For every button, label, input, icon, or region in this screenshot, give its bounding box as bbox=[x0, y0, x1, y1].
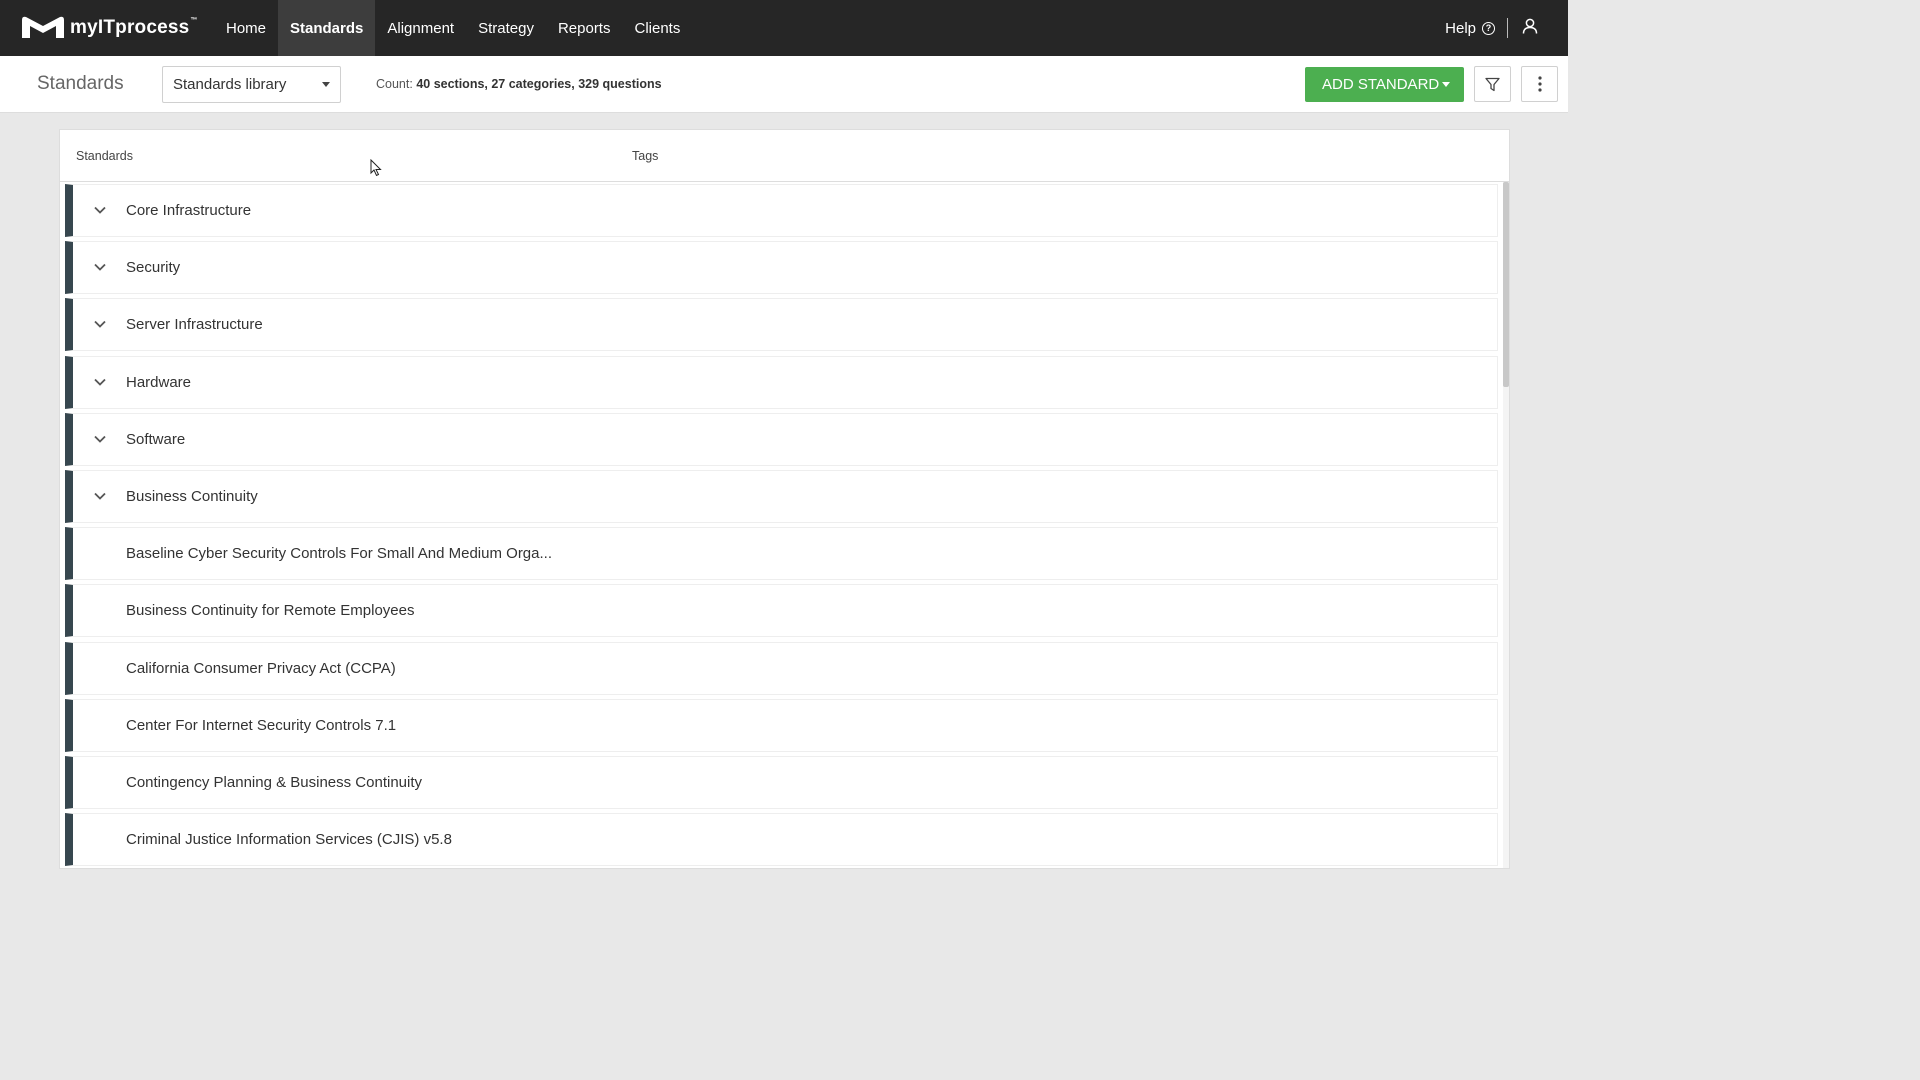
standard-row[interactable]: Business Continuity for Remote Employees bbox=[65, 584, 1498, 638]
section-row[interactable]: Hardware bbox=[65, 355, 1498, 409]
row-label: Business Continuity for Remote Employees bbox=[126, 602, 415, 620]
standard-row[interactable]: Criminal Justice Information Services (C… bbox=[65, 813, 1498, 867]
count-summary: Count: 40 sections, 27 categories, 329 q… bbox=[376, 77, 662, 91]
help-label: Help bbox=[1445, 19, 1476, 37]
top-navigation: myITprocess™ Home Standards Alignment St… bbox=[0, 0, 1568, 56]
scrollbar[interactable] bbox=[1503, 182, 1509, 868]
main-nav: Home Standards Alignment Strategy Report… bbox=[214, 0, 692, 56]
logo[interactable]: myITprocess™ bbox=[20, 14, 210, 42]
logo-icon bbox=[22, 16, 64, 38]
column-header-tags[interactable]: Tags bbox=[632, 149, 658, 163]
row-label: Contingency Planning & Business Continui… bbox=[126, 773, 423, 791]
standard-row[interactable]: California Consumer Privacy Act (CCPA) bbox=[65, 641, 1498, 695]
nav-home[interactable]: Home bbox=[214, 0, 278, 56]
user-icon[interactable] bbox=[1522, 18, 1538, 39]
caret-down-icon bbox=[1442, 81, 1450, 87]
standard-row[interactable]: Contingency Planning & Business Continui… bbox=[65, 755, 1498, 809]
chevron-down-icon[interactable] bbox=[93, 317, 107, 335]
chevron-down-icon[interactable] bbox=[93, 432, 107, 450]
section-row[interactable]: Business Continuity bbox=[65, 469, 1498, 523]
column-header-standards[interactable]: Standards bbox=[76, 149, 133, 163]
section-row[interactable]: Software bbox=[65, 412, 1498, 466]
nav-reports[interactable]: Reports bbox=[546, 0, 623, 56]
filter-button[interactable] bbox=[1474, 66, 1511, 102]
page-title: Standards bbox=[37, 73, 124, 94]
row-label: Baseline Cyber Security Controls For Sma… bbox=[126, 545, 552, 563]
nav-clients[interactable]: Clients bbox=[622, 0, 692, 56]
standards-list: Core Infrastructure Security Server Infras… bbox=[65, 184, 1498, 870]
page-toolbar: Standards Standards library Count: 40 se… bbox=[0, 56, 1568, 113]
row-label: Center For Internet Security Controls 7.… bbox=[126, 716, 397, 734]
chevron-down-icon[interactable] bbox=[93, 260, 107, 278]
row-label: Core Infrastructure bbox=[126, 202, 252, 219]
row-label: California Consumer Privacy Act (CCPA) bbox=[126, 659, 396, 677]
more-vertical-icon bbox=[1537, 76, 1542, 92]
library-select-value: Standards library bbox=[173, 75, 287, 93]
row-label: Server Infrastructure bbox=[126, 316, 263, 334]
row-label: Hardware bbox=[126, 373, 192, 391]
chevron-down-icon[interactable] bbox=[93, 489, 107, 507]
row-label: Security bbox=[126, 259, 181, 277]
chevron-down-icon[interactable] bbox=[93, 203, 107, 221]
caret-down-icon bbox=[322, 81, 330, 87]
standards-panel: Standards Tags Core Infrastructure Securi… bbox=[59, 129, 1510, 869]
mouse-cursor-icon bbox=[370, 159, 382, 177]
library-select[interactable]: Standards library bbox=[162, 65, 341, 103]
section-row[interactable]: Security bbox=[65, 241, 1498, 295]
nav-strategy[interactable]: Strategy bbox=[466, 0, 546, 56]
section-row[interactable]: Server Infrastructure bbox=[65, 298, 1498, 352]
help-link[interactable]: Help ? bbox=[1445, 20, 1495, 37]
table-header: Standards Tags bbox=[60, 130, 1509, 182]
nav-standards[interactable]: Standards bbox=[278, 0, 376, 56]
nav-divider bbox=[1507, 18, 1508, 38]
chevron-down-icon[interactable] bbox=[93, 375, 107, 393]
filter-icon bbox=[1485, 77, 1500, 91]
standard-row[interactable]: Baseline Cyber Security Controls For Sma… bbox=[65, 527, 1498, 581]
help-icon: ? bbox=[1482, 21, 1495, 35]
row-label: Software bbox=[126, 430, 186, 448]
brand-name: myITprocess™ bbox=[70, 17, 198, 38]
section-row[interactable]: Core Infrastructure bbox=[65, 184, 1498, 237]
add-standard-button[interactable]: ADD STANDARD bbox=[1305, 66, 1464, 102]
nav-alignment[interactable]: Alignment bbox=[375, 0, 466, 56]
standard-row[interactable]: Center For Internet Security Controls 7.… bbox=[65, 698, 1498, 752]
add-standard-label: ADD STANDARD bbox=[1322, 75, 1440, 93]
row-label: Criminal Justice Information Services (C… bbox=[126, 831, 452, 849]
row-label: Business Continuity bbox=[126, 487, 258, 505]
more-options-button[interactable] bbox=[1521, 66, 1558, 102]
scrollbar-thumb[interactable] bbox=[1503, 182, 1509, 387]
